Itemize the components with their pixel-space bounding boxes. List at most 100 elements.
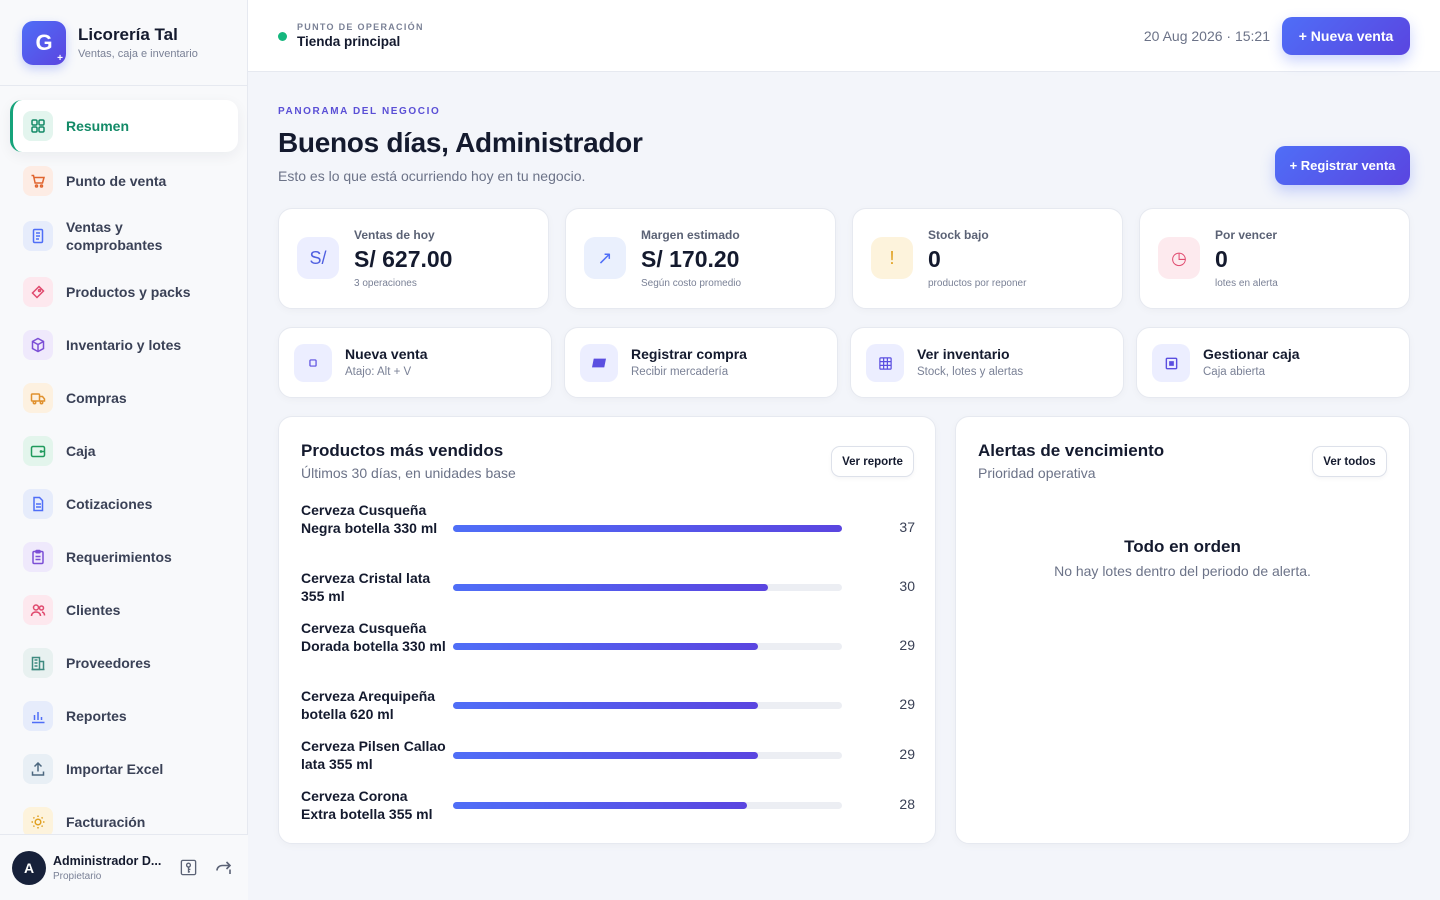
- wallet-icon: [23, 436, 53, 466]
- quick-action-title: Nueva venta: [345, 346, 428, 362]
- sidebar-item-caja[interactable]: Caja: [10, 432, 238, 470]
- product-bar-track: [453, 583, 842, 591]
- page-title: Buenos días, Administrador: [278, 127, 643, 158]
- product-name: Cerveza Pilsen Callao lata 355 ml: [301, 738, 446, 772]
- operation-kicker: PUNTO DE OPERACIÓN: [297, 22, 424, 32]
- product-bar-track: [453, 642, 842, 650]
- stat-note: Según costo promedio: [641, 278, 742, 289]
- user-name: Administrador D...: [53, 853, 162, 868]
- product-name: Cerveza Cusqueña Dorada botella 330 ml: [301, 620, 446, 654]
- sidebar-item-proveedores[interactable]: Proveedores: [10, 644, 238, 682]
- receipt-icon: [23, 221, 53, 251]
- quick-action-title: Ver inventario: [917, 346, 1010, 362]
- sidebar-item-label: Proveedores: [66, 655, 151, 671]
- brand-logo[interactable]: G +: [22, 20, 66, 65]
- sidebar-item-inventario[interactable]: Inventario y lotes: [10, 326, 238, 364]
- sidebar-item-label: Clientes: [66, 602, 121, 618]
- stat-card-expiring: ◷ Por vencer 0 lotes en alerta: [1139, 208, 1410, 309]
- product-value: 37: [899, 519, 915, 535]
- product-bar: [453, 583, 769, 591]
- sidebar-item-punto-de-venta[interactable]: Punto de venta: [10, 162, 238, 200]
- new-sale-button[interactable]: + Nueva venta: [1282, 17, 1410, 55]
- product-name: Cerveza Arequipeña botella 620 ml: [301, 688, 436, 722]
- sidebar-item-ventas[interactable]: Ventas y comprobantes: [10, 215, 238, 257]
- sun-icon: [23, 807, 53, 837]
- page-subtitle: Esto es lo que está ocurriendo hoy en tu…: [278, 168, 586, 184]
- bar-chart-icon: [23, 701, 53, 731]
- user-panel: A Administrador D... Propietario: [0, 834, 248, 900]
- quick-action-register-purchase[interactable]: Registrar compra Recibir mercadería: [564, 327, 838, 398]
- sidebar-item-requerimientos[interactable]: Requerimientos: [10, 538, 238, 576]
- operation-location[interactable]: Tienda principal: [297, 34, 400, 49]
- sidebar-item-resumen[interactable]: Resumen: [10, 100, 238, 152]
- sidebar-item-productos[interactable]: Productos y packs: [10, 273, 238, 311]
- product-value: 29: [899, 637, 915, 653]
- warning-icon: !: [871, 237, 913, 279]
- sidebar-item-label: Caja: [66, 443, 96, 459]
- avatar[interactable]: A: [12, 850, 46, 885]
- package-icon: [580, 344, 618, 382]
- plus-icon: +: [57, 52, 63, 64]
- sidebar-item-label: Productos y packs: [66, 284, 191, 300]
- trend-up-icon: ↗: [584, 237, 626, 279]
- logout-icon[interactable]: [213, 857, 235, 879]
- topbar: PUNTO DE OPERACIÓN Tienda principal 20 A…: [248, 0, 1440, 72]
- quick-action-subtitle: Atajo: Alt + V: [345, 366, 412, 378]
- product-bar: [453, 524, 842, 532]
- sidebar-item-label: Inventario y lotes: [66, 337, 182, 353]
- sidebar-item-compras[interactable]: Compras: [10, 379, 238, 417]
- clipboard-icon: [23, 542, 53, 572]
- product-row: Cerveza Cusqueña Dorada botella 330 ml 29: [301, 619, 915, 673]
- sidebar-item-label: Reportes: [66, 708, 127, 724]
- grid-icon: [23, 111, 53, 141]
- sidebar-item-importar[interactable]: Importar Excel: [10, 750, 238, 788]
- sidebar-item-label: Ventas y comprobantes: [66, 219, 163, 253]
- sidebar-item-reportes[interactable]: Reportes: [10, 697, 238, 735]
- product-value: 29: [899, 696, 915, 712]
- brand-subtitle: Ventas, caja e inventario: [78, 48, 198, 60]
- empty-state-text: No hay lotes dentro del periodo de alert…: [1054, 563, 1311, 579]
- brand-title: Licorería Tal: [78, 25, 178, 44]
- expiry-alerts-panel: Alertas de vencimiento Prioridad operati…: [955, 416, 1410, 844]
- box-icon: [23, 330, 53, 360]
- stat-label: Ventas de hoy: [354, 228, 435, 242]
- user-info: Administrador D... Propietario: [53, 854, 163, 882]
- panel-subtitle: Últimos 30 días, en unidades base: [301, 465, 516, 481]
- product-bar: [453, 801, 748, 809]
- view-all-button[interactable]: Ver todos: [1312, 446, 1387, 477]
- sidebar-item-label: Resumen: [66, 118, 130, 134]
- grid-table-icon: [866, 344, 904, 382]
- users-icon: [23, 595, 53, 625]
- stat-note: 3 operaciones: [354, 278, 417, 289]
- panel-title: Alertas de vencimiento: [978, 441, 1165, 460]
- user-role: Propietario: [53, 870, 102, 882]
- product-name: Cerveza Corona Extra botella 355 ml: [301, 788, 433, 822]
- key-icon[interactable]: [177, 857, 199, 879]
- product-row: Cerveza Corona Extra botella 355 ml 28: [301, 787, 915, 823]
- currency-icon: S/: [297, 237, 339, 279]
- quick-action-subtitle: Caja abierta: [1203, 366, 1266, 378]
- product-value: 30: [899, 578, 915, 594]
- sidebar-item-cotizaciones[interactable]: Cotizaciones: [10, 485, 238, 523]
- quick-action-new-sale[interactable]: Nueva venta Atajo: Alt + V: [278, 327, 552, 398]
- section-kicker: PANORAMA DEL NEGOCIO: [278, 106, 441, 117]
- stat-label: Margen estimado: [641, 228, 740, 242]
- product-bar: [453, 642, 758, 650]
- stat-value: 0: [928, 246, 941, 272]
- sidebar-item-label: Punto de venta: [66, 173, 167, 189]
- stat-value: S/ 170.20: [641, 246, 740, 272]
- quick-action-view-inventory[interactable]: Ver inventario Stock, lotes y alertas: [850, 327, 1124, 398]
- quick-action-manage-cash[interactable]: Gestionar caja Caja abierta: [1136, 327, 1410, 398]
- register-icon: [1152, 344, 1190, 382]
- sidebar-item-label: Facturación: [66, 814, 146, 830]
- stat-card-sales: S/ Ventas de hoy S/ 627.00 3 operaciones: [278, 208, 549, 309]
- register-sale-button[interactable]: + Registrar venta: [1275, 146, 1410, 185]
- panel-title: Productos más vendidos: [301, 441, 504, 460]
- quick-action-subtitle: Stock, lotes y alertas: [917, 366, 1024, 378]
- view-report-button[interactable]: Ver reporte: [831, 446, 914, 477]
- brand-initial: G: [35, 29, 53, 55]
- sidebar-item-label: Importar Excel: [66, 761, 164, 777]
- sidebar-item-clientes[interactable]: Clientes: [10, 591, 238, 629]
- product-row: Cerveza Arequipeña botella 620 ml 29: [301, 687, 915, 723]
- stat-card-margin: ↗ Margen estimado S/ 170.20 Según costo …: [565, 208, 836, 309]
